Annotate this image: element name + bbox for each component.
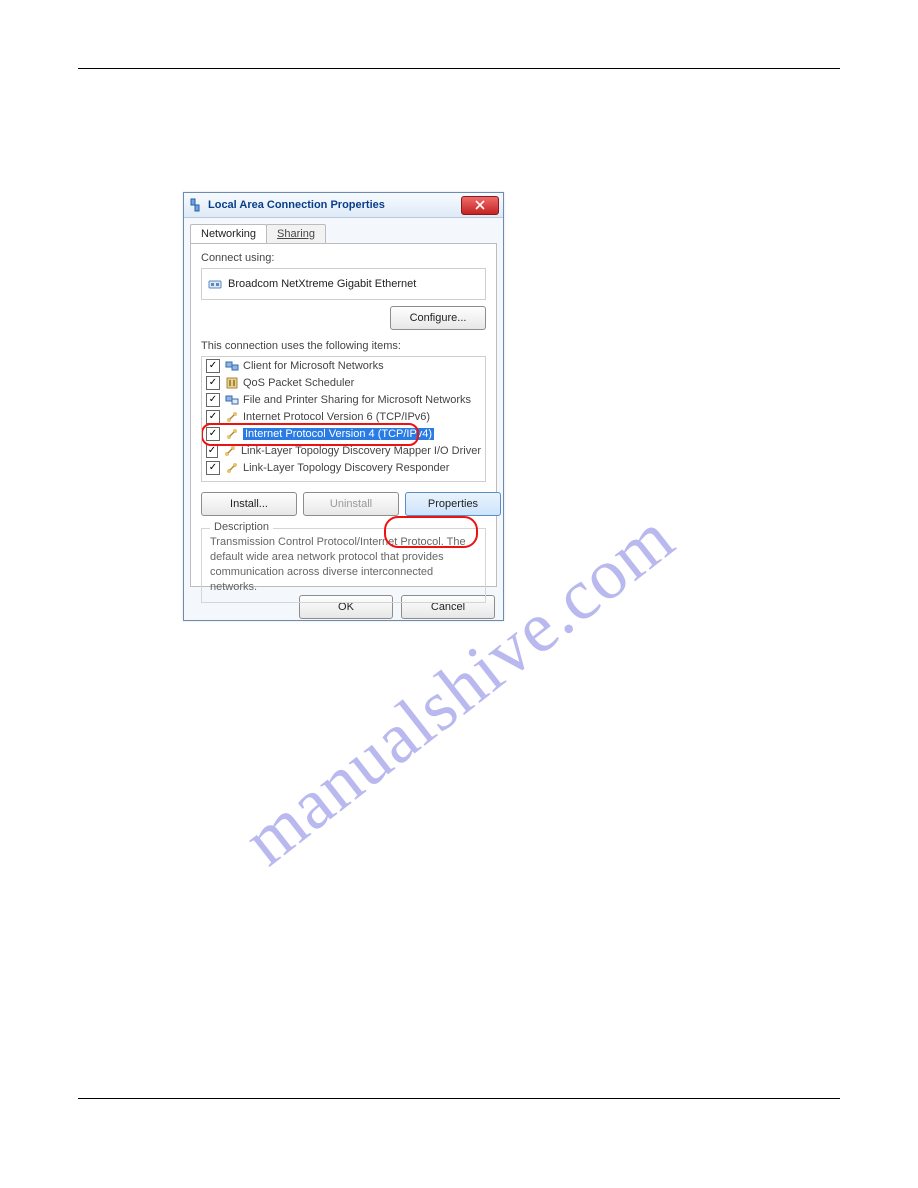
client-service-icon: [225, 359, 239, 373]
uninstall-button: Uninstall: [303, 492, 399, 516]
list-item-label: Internet Protocol Version 6 (TCP/IPv6): [243, 411, 430, 423]
protocol-icon: [225, 427, 239, 441]
connection-items-list[interactable]: ✓ Client for Microsoft Networks ✓ QoS Pa…: [201, 356, 486, 482]
list-item-label: QoS Packet Scheduler: [243, 377, 354, 389]
checkbox[interactable]: ✓: [206, 427, 220, 441]
adapter-field[interactable]: Broadcom NetXtreme Gigabit Ethernet: [201, 268, 486, 300]
description-text: Transmission Control Protocol/Internet P…: [210, 535, 477, 594]
qos-service-icon: [225, 376, 239, 390]
dialog-title: Local Area Connection Properties: [208, 199, 461, 211]
adapter-name: Broadcom NetXtreme Gigabit Ethernet: [228, 278, 416, 290]
items-label: This connection uses the following items…: [201, 340, 486, 352]
list-item-label: Link-Layer Topology Discovery Mapper I/O…: [241, 445, 481, 457]
checkbox[interactable]: ✓: [206, 376, 220, 390]
file-sharing-icon: [225, 393, 239, 407]
tab-strip: Networking Sharing: [190, 224, 503, 243]
description-groupbox: Description Transmission Control Protoco…: [201, 528, 486, 603]
protocol-icon: [223, 444, 237, 458]
checkbox[interactable]: ✓: [206, 359, 220, 373]
network-adapter-icon: [208, 277, 222, 291]
list-item[interactable]: ✓ File and Printer Sharing for Microsoft…: [202, 391, 485, 408]
list-item[interactable]: ✓ QoS Packet Scheduler: [202, 374, 485, 391]
list-item[interactable]: ✓ Client for Microsoft Networks: [202, 357, 485, 374]
properties-button[interactable]: Properties: [405, 492, 501, 516]
tab-body-networking: Connect using: Broadcom NetXtreme Gigabi…: [190, 243, 497, 587]
list-item-label: Link-Layer Topology Discovery Responder: [243, 462, 449, 474]
close-button[interactable]: [461, 196, 499, 215]
list-item-label: Internet Protocol Version 4 (TCP/IPv4): [243, 428, 434, 440]
tab-networking[interactable]: Networking: [190, 224, 267, 243]
network-connection-icon: [188, 198, 202, 212]
list-item-selected[interactable]: ✓ Internet Protocol Version 4 (TCP/IPv4): [202, 425, 485, 442]
list-item[interactable]: ✓ Link-Layer Topology Discovery Mapper I…: [202, 442, 485, 459]
tab-sharing[interactable]: Sharing: [266, 224, 326, 243]
top-horizontal-rule: [78, 68, 840, 69]
list-item-label: File and Printer Sharing for Microsoft N…: [243, 394, 471, 406]
properties-dialog: Local Area Connection Properties Network…: [183, 192, 504, 621]
dialog-titlebar: Local Area Connection Properties: [184, 193, 503, 218]
configure-button[interactable]: Configure...: [390, 306, 486, 330]
checkbox[interactable]: ✓: [206, 410, 220, 424]
connect-using-label: Connect using:: [201, 252, 486, 264]
protocol-icon: [225, 461, 239, 475]
checkbox[interactable]: ✓: [206, 461, 220, 475]
list-item-label: Client for Microsoft Networks: [243, 360, 384, 372]
close-icon: [475, 200, 485, 210]
checkbox[interactable]: ✓: [206, 444, 218, 458]
install-button[interactable]: Install...: [201, 492, 297, 516]
checkbox[interactable]: ✓: [206, 393, 220, 407]
bottom-horizontal-rule: [78, 1098, 840, 1099]
description-legend: Description: [210, 521, 273, 533]
protocol-icon: [225, 410, 239, 424]
list-item[interactable]: ✓ Link-Layer Topology Discovery Responde…: [202, 459, 485, 476]
list-item[interactable]: ✓ Internet Protocol Version 6 (TCP/IPv6): [202, 408, 485, 425]
